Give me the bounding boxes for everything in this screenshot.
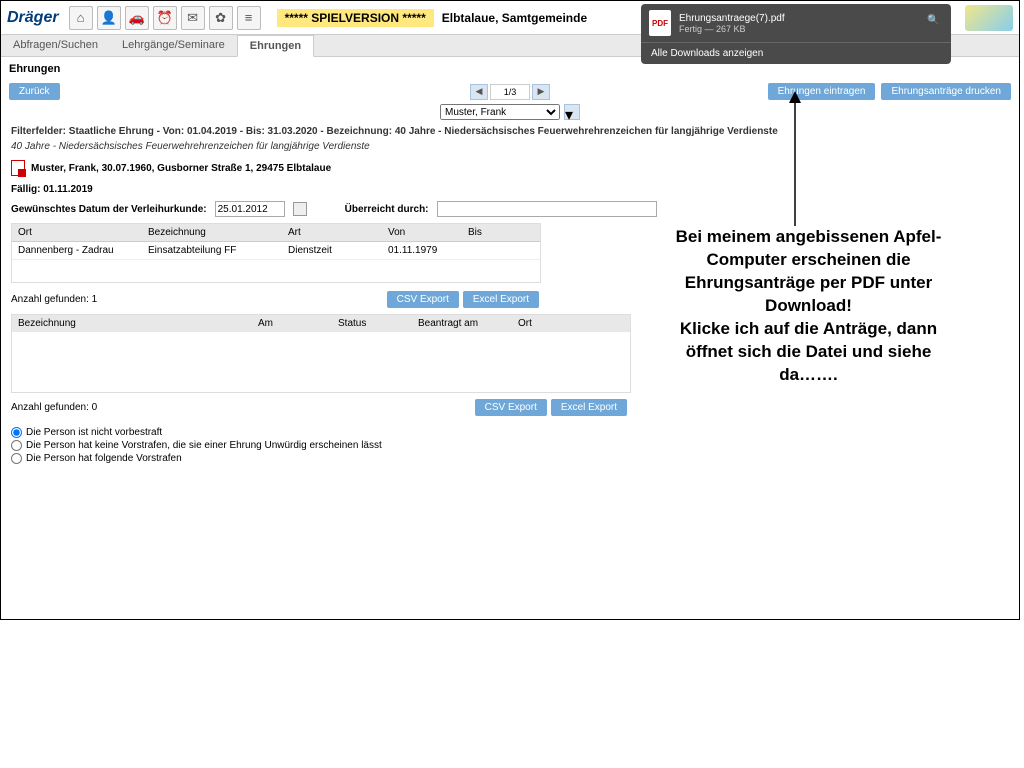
col2-am: Am [252, 315, 332, 332]
col2-ort: Ort [512, 315, 612, 332]
person-details: Muster, Frank, 30.07.1960, Gusborner Str… [31, 163, 331, 174]
radio-2[interactable] [11, 440, 22, 451]
tab-lehrgaenge[interactable]: Lehrgänge/Seminare [110, 35, 237, 56]
pager-label: 1/3 [490, 84, 530, 100]
table2-header: Bezeichnung Am Status Beantragt am Ort [12, 315, 630, 332]
person-icon[interactable]: 👤 [97, 6, 121, 30]
pager-next[interactable]: ▶ [532, 84, 550, 100]
mail-icon[interactable]: ✉ [181, 6, 205, 30]
filter-line-2: 40 Jahre - Niedersächsisches Feuerwehreh… [1, 141, 1019, 156]
col2-status: Status [332, 315, 412, 332]
count-1: Anzahl gefunden: 1 [11, 294, 97, 305]
print-applications-button[interactable]: Ehrungsanträge drucken [881, 83, 1011, 100]
csv-export-2[interactable]: CSV Export [475, 399, 547, 416]
tab-abfragen[interactable]: Abfragen/Suchen [1, 35, 110, 56]
radio-1-label: Die Person ist nicht vorbestraft [26, 427, 162, 438]
col-von: Von [382, 224, 462, 241]
cell: Einsatzabteilung FF [142, 242, 282, 259]
corner-logo [965, 5, 1013, 31]
person-select[interactable]: Muster, Frank [440, 104, 560, 120]
col-art: Art [282, 224, 382, 241]
search-icon[interactable]: 🔍 [927, 15, 943, 31]
col-bis: Bis [462, 224, 522, 241]
due-date: Fällig: 01.11.2019 [1, 180, 1019, 199]
calendar-icon[interactable] [293, 202, 307, 216]
annotation-text: Bei meinem angebissenen Apfel-Computer e… [656, 226, 961, 387]
gear-icon[interactable]: ✿ [209, 6, 233, 30]
download-filename[interactable]: Ehrungsantraege(7).pdf [679, 13, 919, 24]
location-label: Elbtalaue, Samtgemeinde [442, 11, 587, 25]
tab-ehrungen[interactable]: Ehrungen [237, 35, 314, 57]
version-badge: ***** SPIELVERSION ***** [277, 9, 434, 27]
annotation-arrow [783, 91, 813, 231]
filter-line-1: Filterfelder: Staatliche Ehrung - Von: 0… [1, 122, 1019, 141]
csv-export-1[interactable]: CSV Export [387, 291, 459, 308]
excel-export-2[interactable]: Excel Export [551, 399, 627, 416]
radio-3[interactable] [11, 453, 22, 464]
date-input[interactable] [215, 201, 285, 217]
clock-icon[interactable]: ⏰ [153, 6, 177, 30]
table-row[interactable]: Dannenberg - Zadrau Einsatzabteilung FF … [12, 242, 540, 260]
date-label: Gewünschtes Datum der Verleihurkunde: [11, 204, 207, 215]
pdf-icon[interactable] [11, 160, 25, 176]
excel-export-1[interactable]: Excel Export [463, 291, 539, 308]
download-popup: PDF Ehrungsantraege(7).pdf Fertig — 267 … [641, 4, 951, 64]
table2-body [12, 332, 630, 392]
vehicle-icon[interactable]: 🚗 [125, 6, 149, 30]
col-bezeichnung: Bezeichnung [142, 224, 282, 241]
home-icon[interactable]: ⌂ [69, 6, 93, 30]
show-all-downloads[interactable]: Alle Downloads anzeigen [641, 42, 951, 64]
back-button[interactable]: Zurück [9, 83, 60, 100]
logo: Dräger [7, 9, 59, 27]
dropdown-icon[interactable]: ▾ [564, 104, 580, 120]
cell: 01.11.1979 [382, 242, 462, 259]
table1-header: Ort Bezeichnung Art Von Bis [12, 224, 540, 242]
download-status: Fertig — 267 KB [679, 24, 919, 34]
col2-beantragt: Beantragt am [412, 315, 512, 332]
stack-icon[interactable]: ≡ [237, 6, 261, 30]
pager-prev[interactable]: ◀ [470, 84, 488, 100]
cell: Dannenberg - Zadrau [12, 242, 142, 259]
col-ort: Ort [12, 224, 142, 241]
presenter-field[interactable] [437, 201, 657, 217]
pdf-file-icon: PDF [649, 10, 671, 36]
cell [462, 242, 522, 259]
radio-2-label: Die Person hat keine Vorstrafen, die sie… [26, 440, 382, 451]
cell: Dienstzeit [282, 242, 382, 259]
col2-bezeichnung: Bezeichnung [12, 315, 252, 332]
presenter-label: Überreicht durch: [345, 204, 429, 215]
radio-1[interactable] [11, 427, 22, 438]
count-2: Anzahl gefunden: 0 [11, 402, 97, 413]
radio-3-label: Die Person hat folgende Vorstrafen [26, 453, 182, 464]
